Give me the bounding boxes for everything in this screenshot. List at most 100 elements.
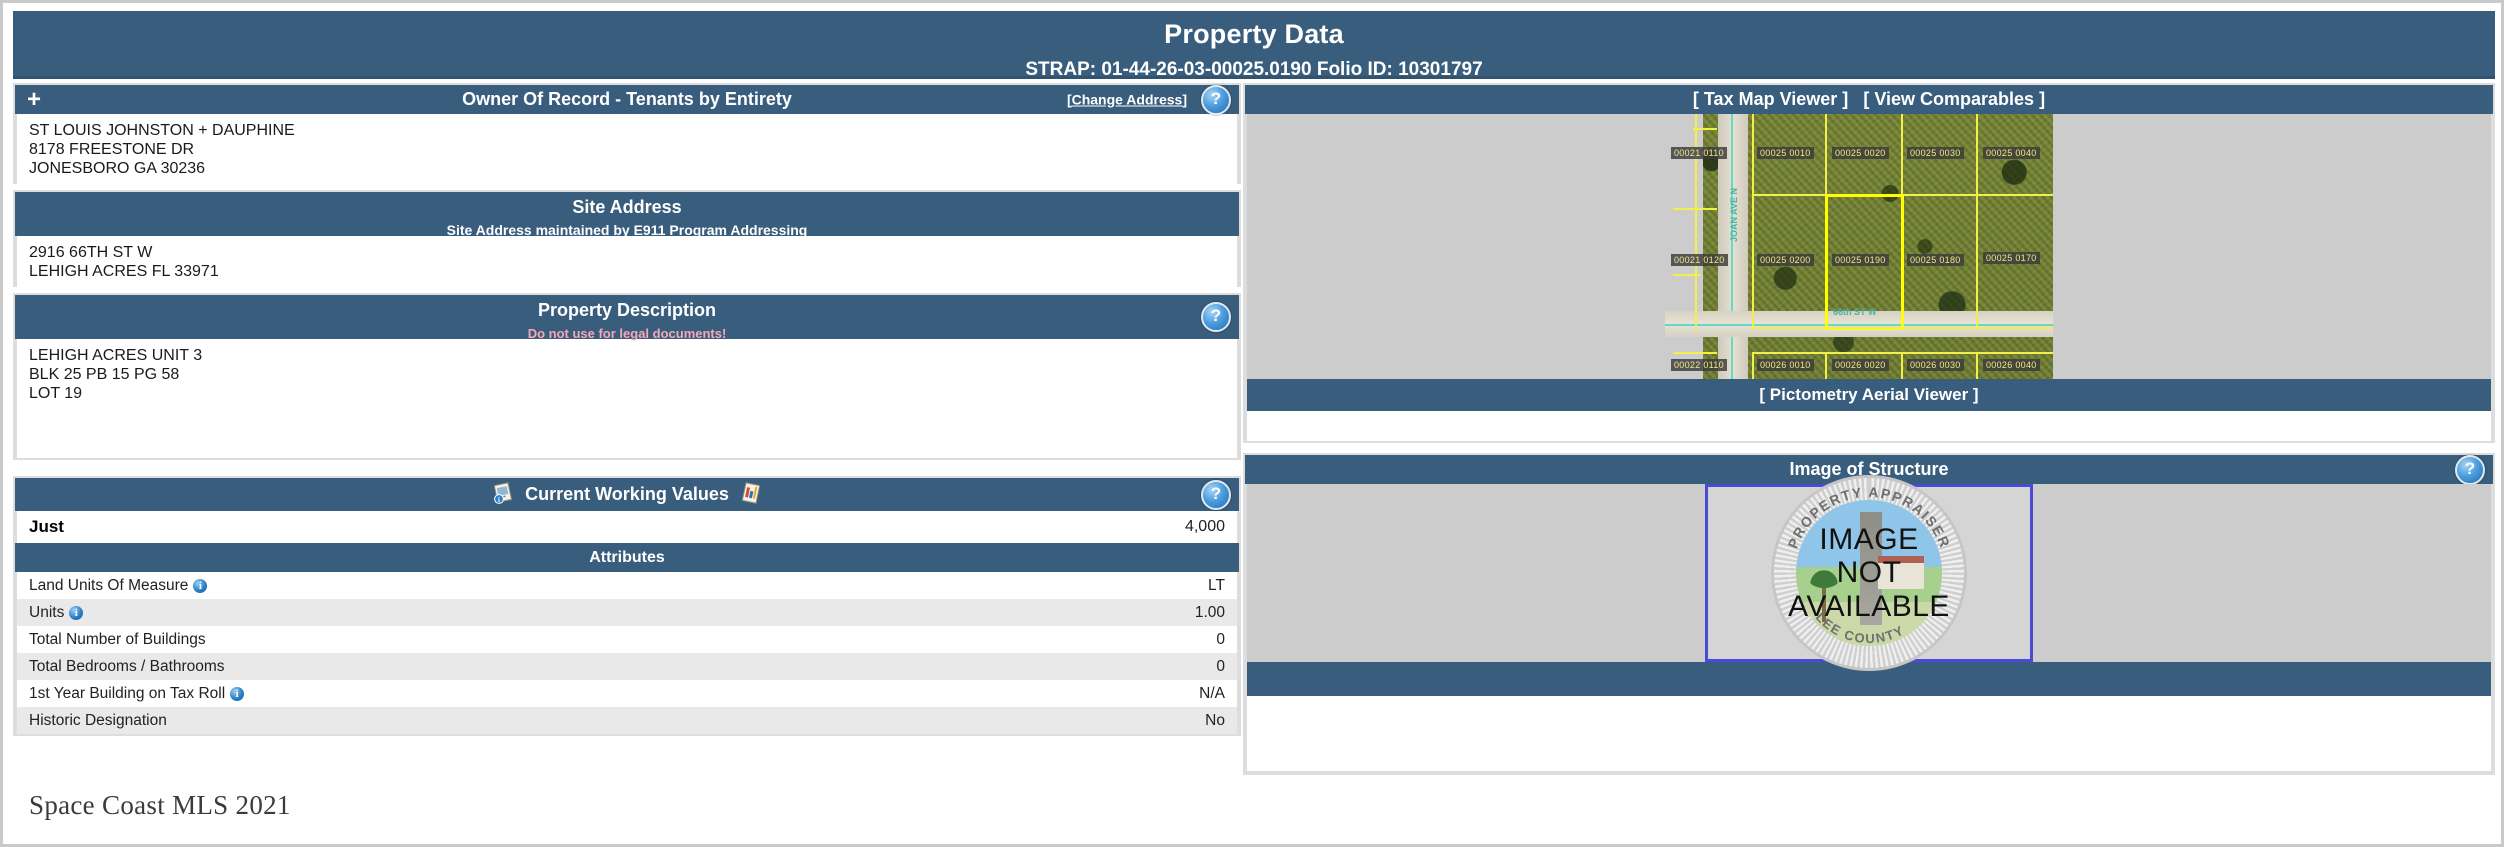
attribute-row: Total Bedrooms / Bathrooms 0 [15,653,1239,680]
parcel-line-highlight [1825,194,1903,197]
parcel-line [1693,128,1717,130]
attribute-label: Total Bedrooms / Bathrooms [29,657,225,675]
parcel-label-highlighted: 00025 0190 [1832,254,1889,266]
help-icon-owner[interactable]: ? [1201,84,1231,115]
info-icon[interactable]: i [69,605,84,620]
66th-street-centerline [1665,324,2053,326]
parcel-label: 00025 0030 [1907,147,1964,159]
attribute-value: No [1205,711,1225,729]
view-comparables-link[interactable]: [ View Comparables ] [1863,89,2045,109]
site-address-line-2: LEHIGH ACRES FL 33971 [29,262,219,280]
header-space [1853,89,1858,109]
overlay-line-1: IMAGE [1819,522,1919,556]
parcel-label: 00025 0170 [1983,252,2040,264]
site-address-sub-prefix: Site Address maintained by [446,222,634,238]
page-title: Property Data [1164,19,1344,49]
attribute-row: Historic Designation No [15,707,1239,734]
attribute-value: 0 [1216,657,1225,675]
tax-map-viewer-link[interactable]: [ Tax Map Viewer ] [1693,89,1848,109]
owner-address-block: ST LOUIS JOHNSTON + DAUPHINE 8178 FREEST… [15,114,1239,184]
property-description-card: Property Description Do not use for lega… [13,293,1241,460]
parcel-label: 00026 0040 [1983,359,2040,371]
attribute-label: Historic Designation [29,711,167,729]
just-label: Just [29,517,64,536]
attribute-label: Land Units Of Measure i [17,577,869,595]
attribute-value: 1.00 [1194,603,1225,621]
parcel-line [1976,114,1978,194]
attributes-table: Land Units Of Measure i LT Units i 1.00 Total … [15,572,1239,734]
help-icon-current-working-values[interactable]: ? [1201,479,1231,510]
attribute-row: Total Number of Buildings 0 [15,626,1239,653]
parcel-line-highlight [1825,194,1828,329]
site-address-title: Site Address [572,197,682,217]
image-of-structure-card: Image of Structure ? PROPERTY APPRAISER … [1243,453,2495,775]
owner-of-record-title: Owner Of Record - Tenants by Entirety [462,89,792,109]
attribute-row: Units i 1.00 [15,599,1239,626]
current-working-values-title: Current Working Values [525,484,729,504]
attributes-header: Attributes [15,543,1239,572]
attribute-label: Units i [17,604,869,622]
owner-of-record-header: + Owner Of Record - Tenants by Entirety … [15,84,1239,115]
attribute-value: 0 [1216,630,1225,648]
parcel-label: 00025 0040 [1983,147,2040,159]
parcel-label: 00025 0020 [1832,147,1889,159]
current-working-values-card: i Current Working Values ? Just 4,000 At… [13,476,1241,736]
change-address-link[interactable]: [Change Address] [1067,85,1187,114]
expand-plus-icon[interactable]: + [27,87,41,112]
joan-avenue-centerline [1731,114,1733,379]
parcel-line [1673,352,1717,354]
help-icon-image-of-structure[interactable]: ? [2455,454,2485,485]
parcel-line [1752,352,1754,379]
structure-card-footer-spacer [1245,696,2493,773]
owner-line-3: JONESBORO GA 30236 [29,159,206,177]
left-column: + Owner Of Record - Tenants by Entirety … [13,83,1241,843]
property-description-spacer [15,427,1239,460]
info-icon[interactable]: i [230,686,245,701]
parcel-label: 00021 0110 [1671,147,1727,159]
parcel-label: 00025 0010 [1757,147,1814,159]
tax-map-header: [ Tax Map Viewer ] [ View Comparables ] [1245,85,2493,114]
site-address-card: Site Address Site Address maintained by … [13,190,1241,287]
parcel-line [1976,194,1978,329]
parcel-label: 00026 0030 [1907,359,1964,371]
property-description-line-3: LOT 19 [29,384,83,402]
parcel-line-highlight [1901,194,1904,329]
info-icon[interactable]: i [193,578,208,593]
pictometry-aerial-viewer-link[interactable]: [ Pictometry Aerial Viewer ] [1245,379,2493,411]
parcel-line [1673,274,1701,276]
attribute-label: Total Number of Buildings [29,630,206,648]
attribute-label: 1st Year Building on Tax Roll i [17,685,869,703]
owner-of-record-card: + Owner Of Record - Tenants by Entirety … [13,83,1241,184]
parcel-line [1901,114,1903,194]
parcel-label: 00026 0020 [1832,359,1889,371]
property-description-title: Property Description [537,300,717,320]
mls-watermark: Space Coast MLS 2021 [29,790,291,820]
attribute-row: 1st Year Building on Tax Roll i N/A [15,680,1239,707]
e911-program-link[interactable]: E911 Program Addressing [634,222,808,238]
overlay-line-3: AVAILABLE [1788,589,1950,623]
site-address-line-1: 2916 66TH ST W [29,244,153,261]
structure-image-placeholder[interactable]: PROPERTY APPRAISER LEE COUNTY IMAGE NOT … [1705,475,2033,671]
site-address-block: 2916 66TH ST W LEHIGH ACRES FL 33971 [15,236,1239,287]
cwv-doc-icon-left: i [492,482,514,515]
map-card-footer-spacer [1245,411,2493,443]
parcel-line [1976,352,1978,379]
site-address-header: Site Address Site Address maintained by … [15,192,1239,238]
help-icon-property-description[interactable]: ? [1201,302,1231,332]
property-description-warning: Do not use for legal documents! [527,326,727,341]
property-description-line-2: BLK 25 PB 15 PG 58 [29,365,180,383]
cwv-doc-icon-right [740,482,762,515]
parcel-line [1901,352,1903,379]
property-data-page: Property Data STRAP: 01-44-26-03-00025.0… [0,0,2504,847]
overlay-line-2: NOT [1836,556,1902,590]
tax-map-image-frame[interactable]: JOAN AVE N 66th ST W 00021 0110 00025 00… [1245,114,2493,379]
aerial-parcel-map[interactable]: JOAN AVE N 66th ST W 00021 0110 00025 00… [1665,114,2053,379]
parcel-line [1825,352,1827,379]
parcel-label: 00025 0180 [1907,254,1964,266]
strap-folio-line: STRAP: 01-44-26-03-00025.0190 Folio ID: … [1025,59,1483,80]
owner-line-1: ST LOUIS JOHNSTON + DAUPHINE [29,122,295,139]
owner-line-2: 8178 FREESTONE DR [29,140,195,158]
tax-map-card: [ Tax Map Viewer ] [ View Comparables ] [1243,83,2495,443]
site-address-subtitle: Site Address maintained by E911 Program … [15,218,1239,238]
property-description-line-1: LEHIGH ACRES UNIT 3 [29,347,203,364]
